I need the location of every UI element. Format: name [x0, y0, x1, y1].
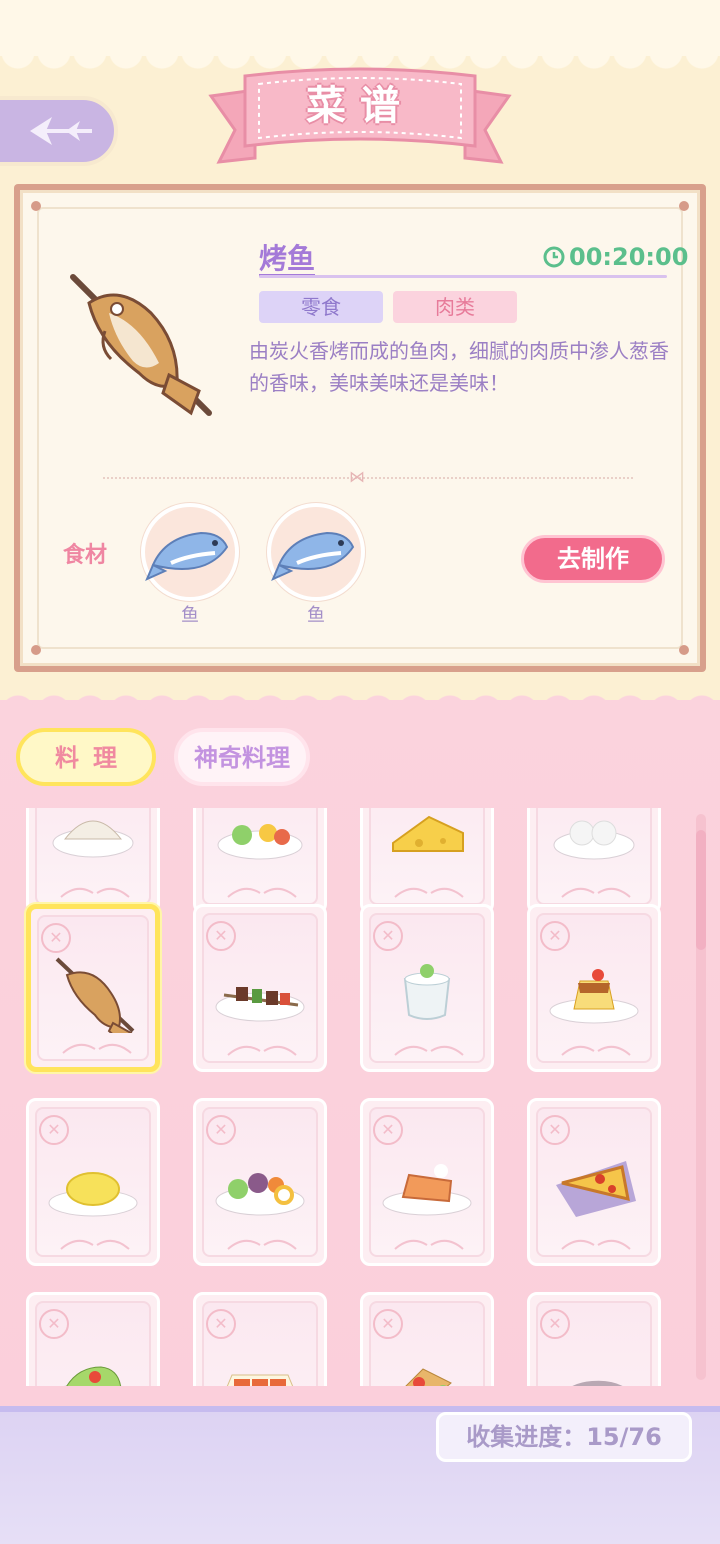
wheat-decoration-icon [227, 1239, 297, 1250]
recipe-detail-card: 烤鱼 00:20:00 零食 肉类 由炭火香烤而成的鱼肉，细腻的肉质中渗人葱香的… [14, 184, 706, 672]
corner-dot [679, 201, 689, 211]
pudding-icon [549, 969, 639, 1024]
dish-name: 烤鱼 [259, 242, 316, 275]
ingredient-slot[interactable] [141, 503, 239, 601]
tag-meat: 肉类 [393, 291, 517, 323]
tag-snack: 零食 [259, 291, 383, 323]
bow-icon: ⋈ [349, 467, 365, 486]
cutlery-icon: ✕ [41, 923, 71, 953]
yogurt-icon [403, 964, 451, 1020]
omelette-icon [48, 1172, 138, 1217]
salad-egg-icon [215, 1173, 305, 1216]
wheat-decoration-icon [394, 1045, 464, 1056]
corner-dot [679, 645, 689, 655]
fish-icon [145, 531, 229, 581]
rice-icon [553, 820, 635, 860]
wheat-decoration-icon [561, 1045, 631, 1056]
recipe-card[interactable]: ✕ [360, 808, 494, 914]
cutlery-icon: ✕ [39, 1115, 69, 1145]
salad-icon [217, 824, 303, 860]
name-underline [259, 275, 667, 278]
tab-magic-cuisine[interactable]: 神奇料理 [174, 728, 310, 786]
grilled-fish-icon [70, 274, 212, 416]
back-arrow-icon [30, 117, 92, 145]
recipe-card[interactable]: ✕ [193, 808, 327, 914]
scrollbar-thumb[interactable] [696, 830, 706, 950]
wrap-icon [63, 1366, 123, 1386]
recipe-card[interactable]: ✕ [527, 1292, 661, 1386]
recipe-card[interactable]: ✕ [527, 904, 661, 1072]
dish-description: 由炭火香烤而成的鱼肉，细腻的肉质中渗人葱香的香味，美味美味还是美味！ [249, 339, 669, 395]
back-button[interactable] [0, 96, 118, 166]
pink-scallop-edge [0, 684, 720, 712]
kebab-icon [215, 987, 305, 1022]
cutlery-icon: ✕ [206, 1115, 236, 1145]
recipe-card[interactable]: ✕ [26, 1098, 160, 1266]
fish-icon [271, 531, 355, 581]
recipe-card[interactable]: ✕ [360, 1098, 494, 1266]
page-title: 菜谱 [306, 82, 414, 129]
wheat-decoration-icon [62, 1043, 132, 1054]
recipe-card-selected[interactable]: ✕ [26, 904, 160, 1072]
collection-progress: 收集进度：15/76 [436, 1412, 692, 1462]
cutlery-icon: ✕ [373, 1309, 403, 1339]
recipe-card[interactable]: ✕ [193, 1292, 327, 1386]
cutlery-icon: ✕ [540, 1115, 570, 1145]
cutlery-icon: ✕ [206, 1309, 236, 1339]
cutlery-icon: ✕ [540, 921, 570, 951]
cutlery-icon: ✕ [540, 1309, 570, 1339]
wheat-decoration-icon [227, 887, 297, 898]
recipe-card[interactable]: ✕ [360, 904, 494, 1072]
wheat-decoration-icon [60, 887, 130, 898]
recipe-card[interactable]: ✕ [26, 808, 160, 914]
wheat-decoration-icon [60, 1239, 130, 1250]
make-button[interactable]: 去制作 [521, 535, 665, 583]
top-scallop-band [0, 0, 720, 56]
locked-icon [572, 1380, 623, 1386]
sandwich-icon [405, 1368, 452, 1386]
wheat-decoration-icon [561, 1239, 631, 1250]
recipe-grid: ✕ ✕ ✕ ✕ ✕ ✕ ✕ ✕ ✕ ✕ ✕ ✕ ✕ ✕ ✕ ✕ [0, 808, 720, 1386]
cheese-icon [392, 815, 464, 852]
ingredient-name: 鱼 [307, 605, 325, 626]
timer-text: 00:20:00 [569, 243, 689, 271]
recipe-card[interactable]: ✕ [193, 1098, 327, 1266]
wheat-decoration-icon [561, 887, 631, 898]
wheat-decoration-icon [227, 1045, 297, 1056]
recipe-card[interactable]: ✕ [26, 1292, 160, 1386]
dotted-divider [103, 477, 633, 479]
recipe-card[interactable]: ✕ [193, 904, 327, 1072]
clock-icon [543, 246, 565, 268]
roll-icon [226, 1374, 294, 1386]
wheat-decoration-icon [394, 887, 464, 898]
recipe-card[interactable]: ✕ [527, 1098, 661, 1266]
corner-dot [31, 201, 41, 211]
ingredient-slot[interactable] [267, 503, 365, 601]
tab-cuisine[interactable]: 料理 [16, 728, 156, 786]
cook-timer: 00:20:00 [543, 243, 688, 271]
recipe-card[interactable]: ✕ [527, 808, 661, 914]
cake-icon [382, 1164, 472, 1216]
ingredient-name: 鱼 [181, 605, 199, 626]
grilled-fish-icon [55, 957, 135, 1033]
ingredients-label: 食材 [63, 543, 108, 568]
wheat-decoration-icon [394, 1239, 464, 1250]
dumpling-icon [52, 820, 134, 858]
cutlery-icon: ✕ [373, 921, 403, 951]
pizza-icon [556, 1161, 636, 1217]
corner-dot [31, 645, 41, 655]
cutlery-icon: ✕ [39, 1309, 69, 1339]
cutlery-icon: ✕ [373, 1115, 403, 1145]
recipe-card[interactable]: ✕ [360, 1292, 494, 1386]
cutlery-icon: ✕ [206, 921, 236, 951]
